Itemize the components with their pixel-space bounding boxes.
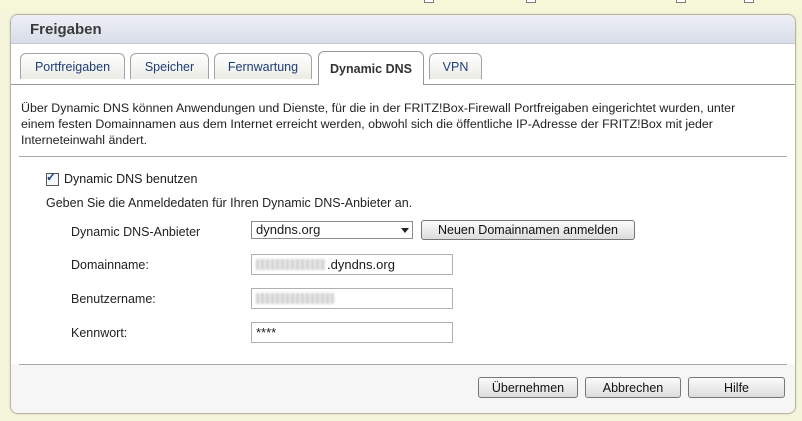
intro-text: Über Dynamic DNS können Anwendungen und … — [21, 100, 785, 148]
register-domain-button[interactable]: Neuen Domainnamen anmelden — [421, 220, 635, 240]
top-toolbar-strip — [0, 0, 802, 13]
chevron-down-icon — [401, 228, 409, 233]
credentials-hint: Geben Sie die Anmeldedaten für Ihren Dyn… — [46, 196, 413, 210]
use-ddns-row[interactable]: ✓ Dynamic DNS benutzen — [46, 169, 198, 186]
freigaben-panel: Freigaben Portfreigaben Speicher Fernwar… — [10, 14, 796, 414]
tab-vpn[interactable]: VPN — [429, 53, 482, 79]
tab-dynamic-dns[interactable]: Dynamic DNS — [318, 51, 424, 85]
intro-line-2: einem festen Domainnamen aus dem Interne… — [21, 117, 713, 131]
dynamic-dns-content: Über Dynamic DNS können Anwendungen und … — [11, 84, 795, 413]
divider-bottom — [19, 364, 787, 365]
password-field[interactable]: **** — [251, 322, 453, 343]
password-label: Kennwort: — [71, 326, 128, 340]
redacted-domain-prefix — [256, 259, 326, 270]
tab-portfreigaben[interactable]: Portfreigaben — [20, 53, 125, 79]
cancel-button[interactable]: Abbrechen — [585, 377, 681, 398]
provider-select-value: dyndns.org — [256, 222, 321, 237]
domain-suffix: .dyndns.org — [327, 257, 395, 272]
apply-button[interactable]: Übernehmen — [478, 377, 578, 398]
domain-label: Domainname: — [71, 258, 149, 272]
intro-line-3: Interneteinwahl ändert. — [21, 133, 148, 147]
intro-line-1: Über Dynamic DNS können Anwendungen und … — [21, 101, 736, 115]
tab-fernwartung[interactable]: Fernwartung — [214, 53, 312, 79]
panel-header: Freigaben — [11, 15, 795, 44]
toolbar-icon-3[interactable] — [676, 0, 686, 3]
tab-speicher[interactable]: Speicher — [130, 53, 209, 79]
tab-bar: Portfreigaben Speicher Fernwartung Dynam… — [11, 44, 795, 85]
provider-label: Dynamic DNS-Anbieter — [71, 225, 201, 239]
panel-title: Freigaben — [30, 20, 102, 38]
toolbar-icon-2[interactable] — [526, 0, 536, 3]
domain-field[interactable]: .dyndns.org — [251, 254, 453, 275]
toolbar-icon-4[interactable] — [744, 0, 754, 3]
username-label: Benutzername: — [71, 292, 156, 306]
help-button[interactable]: Hilfe — [688, 377, 785, 398]
provider-select[interactable]: dyndns.org — [251, 221, 413, 239]
use-ddns-label: Dynamic DNS benutzen — [64, 172, 198, 186]
checkmark-icon: ✓ — [46, 169, 57, 184]
username-field[interactable] — [251, 288, 453, 309]
use-ddns-checkbox[interactable]: ✓ — [46, 169, 59, 186]
divider-top — [19, 156, 787, 157]
redacted-username — [256, 293, 334, 304]
toolbar-icon-1[interactable] — [424, 0, 434, 3]
password-value: **** — [256, 325, 277, 340]
